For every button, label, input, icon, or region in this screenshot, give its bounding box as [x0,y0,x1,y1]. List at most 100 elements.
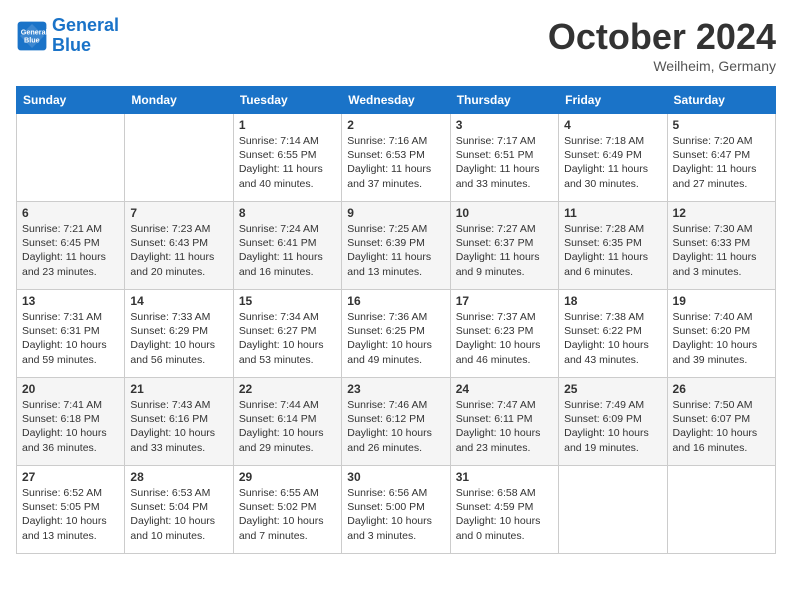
cell-details: Sunrise: 7:38 AMSunset: 6:22 PMDaylight:… [564,310,661,367]
cell-details: Sunrise: 7:44 AMSunset: 6:14 PMDaylight:… [239,398,336,455]
calendar-cell: 13 Sunrise: 7:31 AMSunset: 6:31 PMDayligh… [17,290,125,378]
cell-details: Sunrise: 6:52 AMSunset: 5:05 PMDaylight:… [22,486,119,543]
calendar-cell: 31 Sunrise: 6:58 AMSunset: 4:59 PMDayligh… [450,466,558,554]
day-number: 14 [130,294,227,308]
day-header-tuesday: Tuesday [233,87,341,114]
calendar-cell: 9Sunrise: 7:25 AMSunset: 6:39 PMDaylight… [342,202,450,290]
cell-details: Sunrise: 7:30 AMSunset: 6:33 PMDaylight:… [673,222,770,279]
calendar-cell: 22 Sunrise: 7:44 AMSunset: 6:14 PMDayligh… [233,378,341,466]
day-number: 22 [239,382,336,396]
day-number: 26 [673,382,770,396]
calendar-cell: 20 Sunrise: 7:41 AMSunset: 6:18 PMDayligh… [17,378,125,466]
cell-details: Sunrise: 7:17 AMSunset: 6:51 PMDaylight:… [456,134,553,191]
calendar-cell: 7 Sunrise: 7:23 AMSunset: 6:43 PMDaylight… [125,202,233,290]
calendar-cell: 11Sunrise: 7:28 AMSunset: 6:35 PMDayligh… [559,202,667,290]
cell-details: Sunrise: 7:23 AMSunset: 6:43 PMDaylight:… [130,222,227,279]
calendar-cell: 19 Sunrise: 7:40 AMSunset: 6:20 PMDayligh… [667,290,775,378]
cell-details: Sunrise: 7:18 AMSunset: 6:49 PMDaylight:… [564,134,661,191]
day-header-wednesday: Wednesday [342,87,450,114]
day-number: 4 [564,118,661,132]
calendar-cell: 14 Sunrise: 7:33 AMSunset: 6:29 PMDayligh… [125,290,233,378]
day-number: 31 [456,470,553,484]
cell-details: Sunrise: 6:58 AMSunset: 4:59 PMDaylight:… [456,486,553,543]
day-number: 24 [456,382,553,396]
day-number: 17 [456,294,553,308]
calendar-cell: 10Sunrise: 7:27 AMSunset: 6:37 PMDayligh… [450,202,558,290]
day-header-thursday: Thursday [450,87,558,114]
day-number: 8 [239,206,336,220]
cell-details: Sunrise: 7:49 AMSunset: 6:09 PMDaylight:… [564,398,661,455]
calendar-cell: 24 Sunrise: 7:47 AMSunset: 6:11 PMDayligh… [450,378,558,466]
day-number: 16 [347,294,444,308]
day-header-friday: Friday [559,87,667,114]
calendar-cell: 2 Sunrise: 7:16 AMSunset: 6:53 PMDaylight… [342,114,450,202]
day-number: 25 [564,382,661,396]
day-header-saturday: Saturday [667,87,775,114]
month-title: October 2024 [548,16,776,58]
day-number: 30 [347,470,444,484]
day-number: 29 [239,470,336,484]
calendar-cell: 16 Sunrise: 7:36 AMSunset: 6:25 PMDayligh… [342,290,450,378]
calendar-cell: 15Sunrise: 7:34 AMSunset: 6:27 PMDayligh… [233,290,341,378]
cell-details: Sunrise: 7:24 AMSunset: 6:41 PMDaylight:… [239,222,336,279]
svg-text:Blue: Blue [24,35,40,44]
day-number: 2 [347,118,444,132]
calendar-cell: 21Sunrise: 7:43 AMSunset: 6:16 PMDayligh… [125,378,233,466]
cell-details: Sunrise: 7:37 AMSunset: 6:23 PMDaylight:… [456,310,553,367]
cell-details: Sunrise: 6:56 AMSunset: 5:00 PMDaylight:… [347,486,444,543]
calendar-cell: 6Sunrise: 7:21 AMSunset: 6:45 PMDaylight… [17,202,125,290]
cell-details: Sunrise: 7:47 AMSunset: 6:11 PMDaylight:… [456,398,553,455]
cell-details: Sunrise: 7:46 AMSunset: 6:12 PMDaylight:… [347,398,444,455]
cell-details: Sunrise: 6:53 AMSunset: 5:04 PMDaylight:… [130,486,227,543]
logo-text: General Blue [52,16,119,56]
cell-details: Sunrise: 7:50 AMSunset: 6:07 PMDaylight:… [673,398,770,455]
day-number: 10 [456,206,553,220]
day-number: 7 [130,206,227,220]
calendar-cell: 29 Sunrise: 6:55 AMSunset: 5:02 PMDayligh… [233,466,341,554]
day-number: 9 [347,206,444,220]
day-number: 1 [239,118,336,132]
calendar-cell: 12Sunrise: 7:30 AMSunset: 6:33 PMDayligh… [667,202,775,290]
calendar-cell: 4 Sunrise: 7:18 AMSunset: 6:49 PMDaylight… [559,114,667,202]
cell-details: Sunrise: 7:21 AMSunset: 6:45 PMDaylight:… [22,222,119,279]
calendar-cell: 25 Sunrise: 7:49 AMSunset: 6:09 PMDayligh… [559,378,667,466]
day-number: 23 [347,382,444,396]
day-number: 28 [130,470,227,484]
cell-details: Sunrise: 7:34 AMSunset: 6:27 PMDaylight:… [239,310,336,367]
week-row-3: 13 Sunrise: 7:31 AMSunset: 6:31 PMDayligh… [17,290,776,378]
week-row-2: 6Sunrise: 7:21 AMSunset: 6:45 PMDaylight… [17,202,776,290]
cell-details: Sunrise: 7:20 AMSunset: 6:47 PMDaylight:… [673,134,770,191]
week-row-4: 20 Sunrise: 7:41 AMSunset: 6:18 PMDayligh… [17,378,776,466]
day-header-monday: Monday [125,87,233,114]
calendar-cell [125,114,233,202]
logo-icon: General Blue [16,20,48,52]
day-number: 20 [22,382,119,396]
day-number: 27 [22,470,119,484]
calendar-cell: 3Sunrise: 7:17 AMSunset: 6:51 PMDaylight… [450,114,558,202]
calendar-cell: 26 Sunrise: 7:50 AMSunset: 6:07 PMDayligh… [667,378,775,466]
calendar-cell: 1Sunrise: 7:14 AMSunset: 6:55 PMDaylight… [233,114,341,202]
page-header: General Blue General Blue October 2024 W… [16,16,776,74]
calendar-cell: 27 Sunrise: 6:52 AMSunset: 5:05 PMDayligh… [17,466,125,554]
cell-details: Sunrise: 7:16 AMSunset: 6:53 PMDaylight:… [347,134,444,191]
cell-details: Sunrise: 7:33 AMSunset: 6:29 PMDaylight:… [130,310,227,367]
cell-details: Sunrise: 7:41 AMSunset: 6:18 PMDaylight:… [22,398,119,455]
cell-details: Sunrise: 7:40 AMSunset: 6:20 PMDaylight:… [673,310,770,367]
day-number: 19 [673,294,770,308]
location: Weilheim, Germany [548,58,776,74]
calendar-cell: 18Sunrise: 7:38 AMSunset: 6:22 PMDayligh… [559,290,667,378]
logo: General Blue General Blue [16,16,119,56]
cell-details: Sunrise: 7:31 AMSunset: 6:31 PMDaylight:… [22,310,119,367]
calendar-cell: 8 Sunrise: 7:24 AMSunset: 6:41 PMDaylight… [233,202,341,290]
day-header-sunday: Sunday [17,87,125,114]
day-number: 5 [673,118,770,132]
header-row: SundayMondayTuesdayWednesdayThursdayFrid… [17,87,776,114]
cell-details: Sunrise: 6:55 AMSunset: 5:02 PMDaylight:… [239,486,336,543]
calendar-cell: 5 Sunrise: 7:20 AMSunset: 6:47 PMDaylight… [667,114,775,202]
calendar-cell: 17 Sunrise: 7:37 AMSunset: 6:23 PMDayligh… [450,290,558,378]
week-row-1: 1Sunrise: 7:14 AMSunset: 6:55 PMDaylight… [17,114,776,202]
day-number: 13 [22,294,119,308]
calendar-cell [667,466,775,554]
cell-details: Sunrise: 7:43 AMSunset: 6:16 PMDaylight:… [130,398,227,455]
cell-details: Sunrise: 7:36 AMSunset: 6:25 PMDaylight:… [347,310,444,367]
